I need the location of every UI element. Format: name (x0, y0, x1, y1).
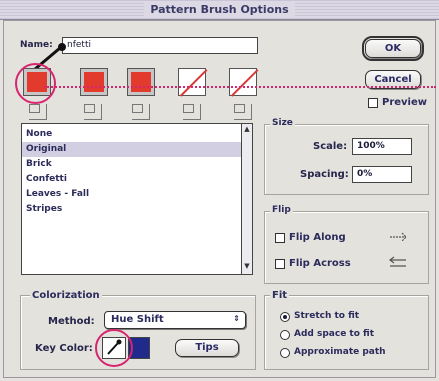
key-color-label: Key Color: (35, 343, 93, 354)
scroll-up-icon[interactable]: ▲ (242, 125, 252, 136)
method-select[interactable]: Hue Shift ⇕ (104, 311, 246, 329)
list-item-selected[interactable]: Original (22, 142, 242, 157)
method-label: Method: (48, 316, 95, 327)
flip-group (264, 211, 429, 284)
start-tile-icon (183, 104, 201, 120)
preview-label: Preview (382, 97, 428, 108)
dialog-title: Pattern Brush Options (144, 3, 295, 16)
preview-checkbox[interactable] (368, 98, 378, 108)
chevron-updown-icon: ⇕ (233, 314, 240, 323)
size-group (264, 124, 429, 195)
start-tile[interactable] (178, 68, 206, 96)
spacing-label: Spacing: (300, 169, 349, 180)
fit-group-title: Fit (270, 290, 290, 301)
end-tile[interactable] (229, 68, 257, 96)
tile-highlight-circle (15, 63, 56, 104)
title-bar[interactable]: Pattern Brush Options (0, 0, 439, 20)
size-group-title: Size (270, 118, 295, 128)
spacing-input[interactable]: 0% (352, 166, 412, 183)
approximate-path-radio[interactable] (280, 348, 290, 358)
list-item[interactable]: None (22, 127, 242, 142)
flip-across-label: Flip Across (289, 258, 351, 269)
approximate-path-label: Approximate path (294, 347, 386, 357)
scale-input[interactable]: 100% (352, 138, 412, 155)
scroll-down-icon[interactable]: ▼ (242, 262, 252, 273)
eyedropper-highlight-circle (95, 329, 133, 367)
scale-label: Scale: (313, 141, 348, 152)
highlight-dotted-line (44, 86, 436, 88)
add-space-to-fit-radio[interactable] (280, 330, 290, 340)
stretch-to-fit-label: Stretch to fit (294, 311, 360, 321)
inner-corner-tile[interactable] (127, 68, 155, 96)
colorization-group-title: Colorization (30, 290, 102, 301)
add-space-to-fit-label: Add space to fit (294, 329, 375, 339)
ok-button[interactable]: OK (362, 36, 424, 61)
flip-across-checkbox[interactable] (275, 259, 285, 269)
name-input[interactable]: nfetti (62, 37, 258, 54)
list-item[interactable]: Confetti (22, 172, 242, 187)
flip-group-title: Flip (270, 205, 293, 215)
inner-corner-tile-icon (132, 104, 150, 120)
outer-corner-tile-icon (84, 104, 102, 120)
flip-along-checkbox[interactable] (275, 233, 285, 243)
list-item[interactable]: Brick (22, 157, 242, 172)
flip-across-icon (389, 256, 406, 267)
list-item[interactable]: Leaves - Fall (22, 187, 242, 202)
outer-corner-tile[interactable] (80, 68, 108, 96)
list-item[interactable]: Stripes (22, 202, 242, 217)
end-tile-icon (234, 104, 252, 120)
method-select-value: Hue Shift (111, 314, 164, 325)
flip-along-icon (390, 232, 407, 242)
tips-button[interactable]: Tips (175, 339, 239, 357)
side-tile-icon (29, 104, 47, 120)
list-scrollbar[interactable]: ▲ ▼ (241, 124, 252, 274)
pattern-list[interactable]: None Original Brick Confetti Leaves - Fa… (21, 123, 253, 275)
stretch-to-fit-radio[interactable] (280, 312, 290, 322)
flip-along-label: Flip Along (289, 232, 346, 243)
